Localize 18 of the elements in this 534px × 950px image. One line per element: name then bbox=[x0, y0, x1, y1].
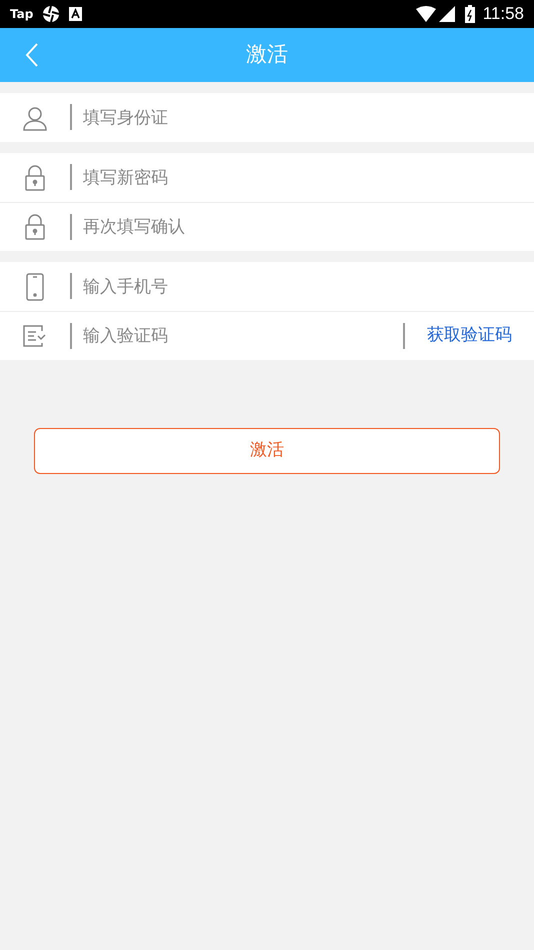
page-title: 激活 bbox=[246, 41, 288, 68]
lock-icon bbox=[24, 213, 46, 241]
aperture-icon bbox=[42, 5, 60, 23]
input-field[interactable]: 填写身份证 bbox=[0, 93, 534, 142]
activate-button[interactable]: 激活 bbox=[34, 428, 500, 474]
wifi-icon bbox=[416, 6, 436, 22]
input-field[interactable]: 再次填写确认 bbox=[0, 203, 534, 251]
app-label: Tap bbox=[10, 6, 34, 23]
input-field[interactable]: 填写新密码 bbox=[0, 153, 534, 202]
lock-icon bbox=[24, 164, 46, 192]
clock: 11:58 bbox=[482, 3, 524, 26]
message-check-icon bbox=[22, 324, 48, 348]
input-field[interactable]: 输入手机号 bbox=[0, 262, 534, 311]
font-icon bbox=[69, 7, 82, 21]
get-code-link[interactable]: 获取验证码 bbox=[405, 323, 534, 349]
battery-icon bbox=[464, 5, 475, 23]
signal-icon bbox=[438, 6, 455, 22]
phone-icon bbox=[26, 272, 44, 300]
